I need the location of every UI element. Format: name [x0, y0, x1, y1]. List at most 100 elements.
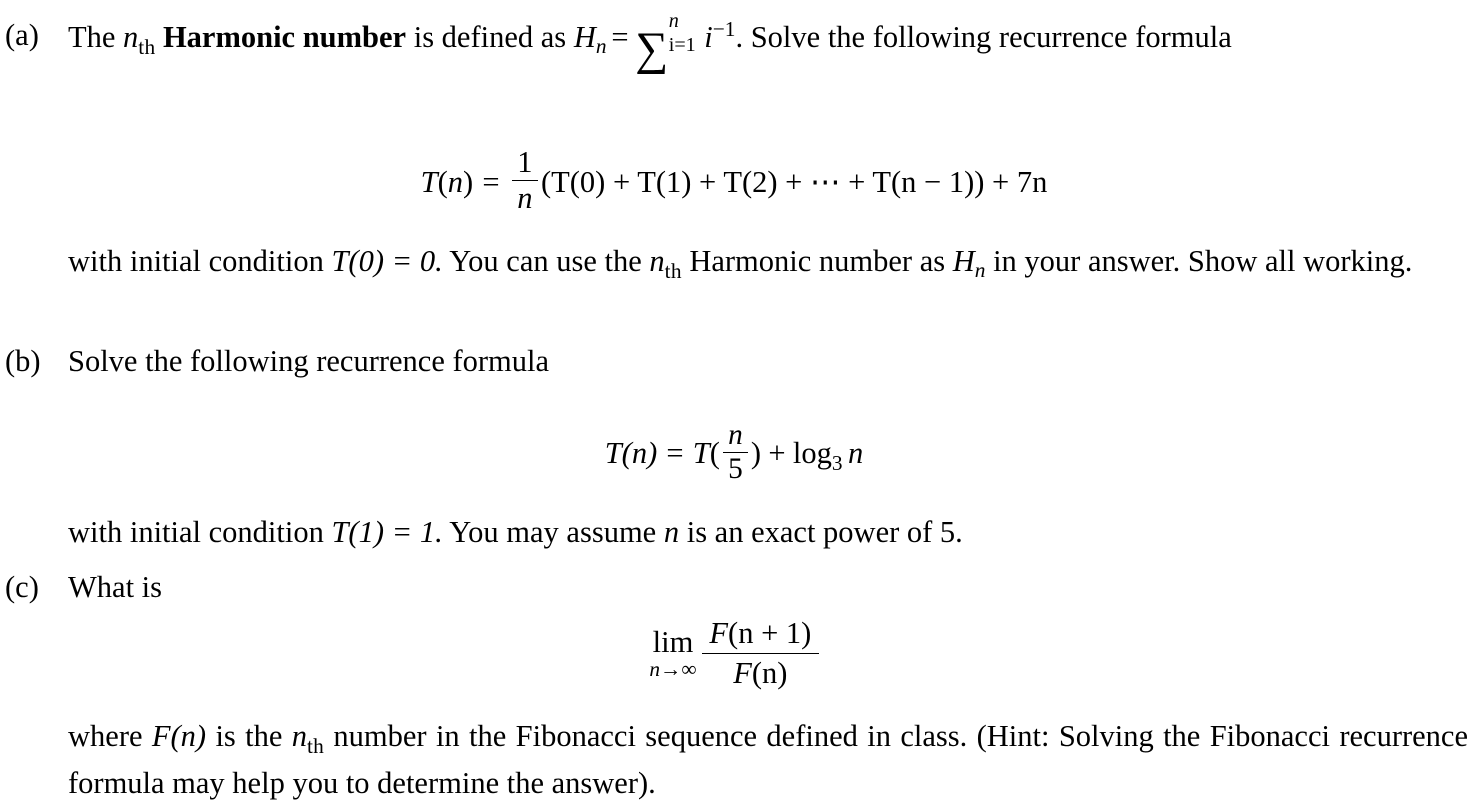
list-item-c: (c) What is: [0, 566, 1468, 610]
paragraph-a-intro: The nth Harmonic number is defined as Hn…: [68, 11, 1468, 73]
summation-operator: ∑ n i=1: [635, 11, 696, 76]
nth-n-a: n: [123, 20, 139, 55]
enum-label-b: (b): [5, 344, 41, 378]
fraction-c-den-F: F: [733, 656, 752, 691]
limit-variable: n: [649, 657, 661, 682]
nth-ordinal-a2: nth: [649, 244, 681, 283]
eq-b-log-arg: n: [848, 436, 864, 471]
fraction-c-denominator: F(n): [702, 654, 819, 691]
sigma-icon: ∑: [635, 24, 669, 76]
bold-term-harmonic-number: Harmonic number: [162, 20, 407, 55]
text-c-after2: is the: [206, 719, 292, 753]
fraction-fibonacci-ratio: F(n + 1) F(n): [702, 616, 819, 691]
math-a-Hn: Hn: [952, 244, 986, 282]
eq-b-plus: +: [768, 436, 786, 471]
summation-limits: n i=1: [668, 11, 696, 63]
eq-b-equals: =: [666, 436, 684, 471]
fraction-one-over-n: 1n: [511, 146, 538, 215]
enum-label-a: (a): [5, 18, 39, 52]
list-item-b: (b) Solve the following recurrence formu…: [0, 340, 1468, 384]
limit-arrow-icon: →: [660, 657, 682, 682]
eq-a-body: (T(0) + T(1) + T(2) + ⋯ + T(n − 1)) + 7n: [540, 164, 1048, 199]
math-equals: =: [611, 20, 629, 55]
enum-body-b-after: with initial condition T(1) = 1. You may…: [0, 511, 1468, 555]
limit-operator: lim n→∞: [649, 627, 696, 681]
fraction-b-denominator: 5: [728, 453, 743, 486]
nth-ordinal-a: nth: [123, 20, 155, 59]
equation-b-content: T(n) = T(n 5) + log3 n: [604, 419, 864, 485]
display-equation-a: T(n) = 1 n (T(0) + T(1) + T(2) + ⋯ + T(n − 1…: [0, 146, 1468, 215]
math-i: i: [704, 20, 713, 55]
equation-a-content: T(n) = 1 n (T(0) + T(1) + T(2) + ⋯ + T(n − 1…: [420, 146, 1048, 215]
limit-infinity-icon: ∞: [681, 657, 697, 682]
nth-th-a: th: [138, 34, 156, 59]
enum-body-a-after: with initial condition T(0) = 0. You can…: [0, 240, 1468, 287]
eq-b-lhs: T(n): [604, 436, 658, 471]
paragraph-b-after: with initial condition T(1) = 1. You may…: [68, 511, 1468, 555]
math-b-n: n: [663, 515, 680, 549]
eq-b-log-base: 3: [831, 450, 843, 475]
text-c-after1: where: [68, 719, 152, 753]
text-a-after4: in your answer. Show all working.: [985, 244, 1413, 278]
fraction-b-numerator: n: [722, 419, 748, 454]
nth-ordinal-c: nth: [291, 719, 324, 758]
math-H: H: [573, 20, 596, 55]
eq-a-T: T: [420, 164, 438, 199]
math-i-exponent: −1: [712, 17, 736, 41]
text-b-after3: is an exact power of 5.: [679, 515, 963, 549]
math-b-initial-condition: T(1) = 1.: [331, 515, 443, 549]
eq-b-open: (: [709, 436, 720, 471]
fraction-c-den-body: (n): [751, 656, 788, 691]
math-a-H-sub: n: [974, 258, 986, 283]
math-c-Fn: F(n): [151, 719, 207, 753]
sum-upper-limit: n: [668, 9, 679, 32]
math-H-subscript: n: [595, 34, 607, 59]
eq-a-open: (: [437, 164, 448, 199]
eq-a-equals: =: [482, 164, 500, 199]
eq-b-rhs-T: T: [692, 436, 710, 471]
enum-body-c-after: where F(n) is the nth number in the Fibo…: [0, 715, 1468, 805]
display-equation-c: lim n→∞ F(n + 1) F(n): [0, 616, 1468, 691]
eq-b-log: log: [792, 436, 832, 471]
nth-th-a2: th: [664, 258, 682, 283]
sum-lower-limit: i=1: [668, 34, 696, 57]
paragraph-c-intro: What is: [68, 570, 163, 604]
paragraph-c-after-block: where F(n) is the nth number in the Fibo…: [0, 715, 1468, 805]
paragraph-a-after-block: with initial condition T(0) = 0. You can…: [0, 240, 1468, 287]
text-a-after3: Harmonic number as: [681, 244, 953, 278]
fraction-c-numerator: F(n + 1): [702, 616, 819, 655]
list-item-a: (a) The nth Harmonic number is defined a…: [0, 11, 1468, 73]
equation-c-content: lim n→∞ F(n + 1) F(n): [649, 616, 819, 690]
fraction-c-num-body: (n + 1): [728, 616, 812, 650]
paragraph-b-intro: Solve the following recurrence formula: [68, 344, 550, 378]
text-a-lead1: The: [68, 20, 124, 55]
limit-underscript: n→∞: [649, 657, 697, 682]
fraction-c-num-F: F: [709, 616, 729, 650]
nth-th-c: th: [307, 733, 325, 758]
eq-b-close: ): [750, 436, 762, 471]
math-a-H: H: [952, 244, 975, 278]
document-page: (a) The nth Harmonic number is defined a…: [0, 0, 1468, 811]
math-a-initial-condition: T(0) = 0.: [331, 244, 443, 278]
fraction-denominator: n: [517, 180, 533, 215]
text-a-lead3: Solve the following recurrence formula: [743, 20, 1232, 55]
text-b-after2: You may assume: [442, 515, 664, 549]
paragraph-c-after: where F(n) is the nth number in the Fibo…: [68, 715, 1468, 805]
enum-label-c: (c): [5, 570, 39, 604]
fraction-numerator: 1: [511, 146, 538, 181]
text-b-after1: with initial condition: [68, 515, 332, 549]
enum-item-a: (a) The nth Harmonic number is defined a…: [0, 11, 1468, 73]
text-a-after2: You can use the: [442, 244, 650, 278]
eq-a-close: ): [463, 164, 474, 199]
nth-n-a2: n: [649, 244, 665, 278]
text-a-lead2: is defined as: [406, 20, 574, 55]
eq-a-arg: n: [447, 164, 463, 199]
paragraph-b-after-block: with initial condition T(1) = 1. You may…: [0, 511, 1468, 555]
enum-item-c: (c) What is: [0, 566, 1468, 610]
inline-math-harmonic-definition: Hn = ∑ n i=1 i−1.: [573, 11, 743, 73]
nth-n-c: n: [291, 719, 308, 753]
limit-label: lim: [652, 625, 694, 660]
display-equation-b: T(n) = T(n 5) + log3 n: [0, 419, 1468, 486]
text-a-after1: with initial condition: [68, 244, 332, 278]
fraction-n-over-5: n5: [722, 419, 748, 486]
